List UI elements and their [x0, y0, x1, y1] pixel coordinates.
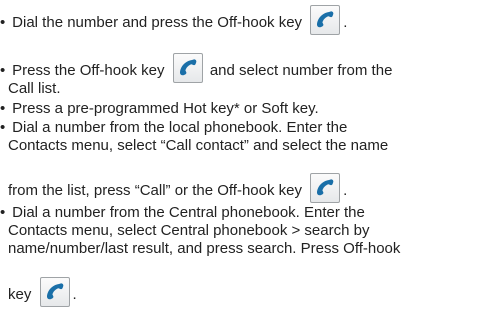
list-item: • Dial a number from the Central phonebo… — [0, 204, 365, 222]
list-item-continuation: Call list. — [8, 80, 61, 97]
list-item-continuation: name/number/last result, and press searc… — [8, 240, 401, 257]
bullet: • — [0, 119, 6, 136]
bullet: • — [0, 13, 6, 31]
list-item-text: from the list, press “Call” or the Off-h… — [8, 181, 302, 199]
list-item-continuation: key . — [8, 277, 77, 307]
handset-icon — [172, 53, 203, 83]
list-item-text: Dial the number and press the Off-hook k… — [12, 13, 303, 31]
list-item-continuation: from the list, press “Call” or the Off-h… — [8, 173, 348, 203]
list-item-text: Press the Off-hook key — [12, 61, 165, 79]
list-item: • Dial the number and press the Off-hook… — [0, 5, 348, 35]
list-item-text-end: . — [343, 181, 348, 199]
bullet: • — [0, 204, 6, 221]
list-item: • Dial a number from the local phonebook… — [0, 119, 347, 137]
list-item-text: Dial a number from the Central phonebook… — [12, 204, 365, 221]
list-item-text: Press a pre-programmed Hot key* or Soft … — [12, 100, 319, 117]
list-item-text-end: and select number from the — [209, 61, 393, 79]
list-item-text: key — [8, 285, 32, 303]
handset-icon — [310, 5, 341, 35]
list-item-text-end: . — [72, 285, 77, 303]
list-item-text: Dial a number from the local phonebook. … — [12, 119, 348, 136]
list-item: • Press the Off-hook key and select numb… — [0, 53, 393, 83]
list-item-text-end: . — [343, 13, 348, 31]
list-item-continuation: Contacts menu, select Central phonebook … — [8, 222, 370, 239]
list-item-continuation: Contacts menu, select “Call contact” and… — [8, 137, 389, 154]
bullet: • — [0, 100, 6, 117]
handset-icon — [310, 173, 341, 203]
bullet: • — [0, 61, 6, 79]
list-item: • Press a pre-programmed Hot key* or Sof… — [0, 100, 319, 118]
instruction-list: • Dial the number and press the Off-hook… — [0, 0, 486, 324]
handset-icon — [39, 277, 70, 307]
